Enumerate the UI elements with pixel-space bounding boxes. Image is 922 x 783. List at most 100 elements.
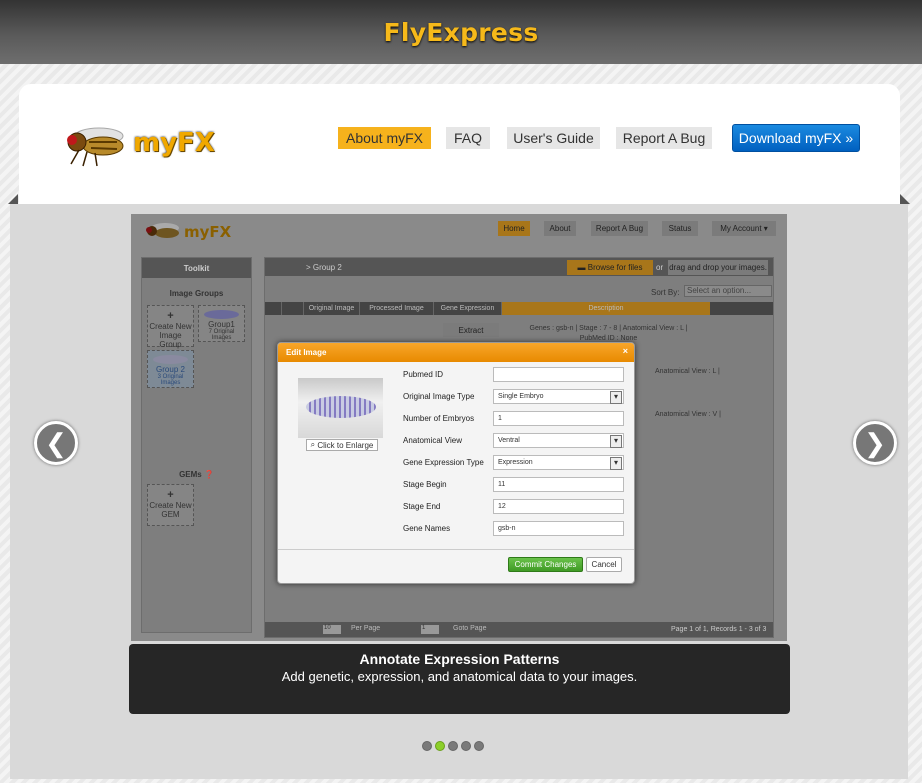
nav-about[interactable]: About myFX	[338, 127, 431, 149]
download-button[interactable]: Download myFX »	[732, 124, 860, 152]
pubmed-id-label: Pubmed ID	[403, 370, 444, 379]
plus-icon: +	[167, 310, 174, 322]
dialog-divider	[278, 549, 634, 550]
folder-icon: ▬	[577, 263, 586, 272]
col-gene-expression[interactable]: Gene Expression	[434, 302, 502, 315]
stage-end-label: Stage End	[403, 502, 441, 511]
pubmed-id-input[interactable]	[493, 367, 624, 382]
create-group-button[interactable]: + Create New Image Group	[147, 305, 194, 349]
drop-zone[interactable]: drag and drop your images.	[668, 260, 768, 275]
extract-button[interactable]: Extract	[443, 323, 499, 337]
carousel-dot[interactable]	[422, 741, 432, 751]
dialog-title: Edit Image	[286, 348, 327, 357]
or-text: or	[656, 263, 664, 272]
help-icon[interactable]: ❓	[204, 470, 214, 479]
goto-page-select[interactable]: 1	[421, 625, 439, 634]
logo-text: myFX	[133, 128, 215, 158]
row1-description-2: PubMed ID : None	[579, 335, 638, 342]
goto-page-label: Goto Page	[453, 625, 487, 632]
site-title: FlyExpress	[383, 17, 539, 47]
table-header: Original Image Processed Image Gene Expr…	[265, 302, 773, 315]
expression-type-label: Gene Expression Type	[403, 458, 484, 467]
group2-label: Group 2	[156, 365, 185, 374]
group2-count: 3 Original Images	[157, 374, 184, 386]
app-logo: myFX	[141, 220, 231, 244]
plus-icon: +	[167, 489, 174, 501]
select-all-checkbox[interactable]	[265, 302, 282, 315]
edit-image-dialog: Edit Image × ⌕ Click to Enlarge Pubmed I…	[277, 342, 635, 584]
carousel-dot[interactable]	[474, 741, 484, 751]
screenshot-carousel: myFX Home About Report A Bug Status My A…	[8, 194, 910, 779]
breadcrumb: > Group 2	[306, 263, 342, 272]
zoom-icon: ⌕	[310, 440, 316, 449]
group2-item[interactable]: Group 2 3 Original Images	[147, 350, 194, 388]
gene-names-label: Gene Names	[403, 524, 451, 533]
close-icon[interactable]: ×	[623, 346, 628, 356]
per-page-select[interactable]: 10	[323, 625, 341, 634]
caption-text: Add genetic, expression, and anatomical …	[281, 669, 638, 684]
group1-label: Group1	[208, 320, 235, 329]
carousel-indicators	[422, 741, 484, 751]
commit-changes-button[interactable]: Commit Changes	[508, 557, 583, 572]
num-embryos-stepper[interactable]: 1	[493, 411, 624, 426]
nav-faq[interactable]: FAQ	[446, 127, 490, 149]
create-gem-label: Create New GEM	[149, 501, 192, 519]
expression-type-select[interactable]: Expression	[493, 455, 624, 470]
toolkit-title: Toolkit	[142, 258, 251, 278]
app-logo-text: myFX	[184, 223, 232, 241]
caption-title: Annotate Expression Patterns	[359, 651, 560, 667]
create-group-label: Create New Image Group	[149, 322, 192, 349]
sort-by-label: Sort By:	[651, 288, 680, 297]
row2-description: Anatomical View : L |	[655, 368, 720, 375]
page-info: Page 1 of 1, Records 1 - 3 of 3	[671, 626, 767, 633]
gems-heading: GEMs ❓	[179, 470, 214, 479]
group-thumb	[204, 310, 239, 319]
app-nav-about[interactable]: About	[544, 221, 576, 236]
app-nav-home[interactable]: Home	[498, 221, 530, 236]
num-embryos-label: Number of Embryos	[403, 414, 475, 423]
browse-files-button[interactable]: ▬ Browse for files	[567, 260, 653, 275]
dialog-header: Edit Image ×	[278, 343, 634, 362]
stage-begin-label: Stage Begin	[403, 480, 447, 489]
group-thumb	[153, 355, 188, 364]
row3-description: Anatomical View : V |	[655, 411, 721, 418]
col-processed-image[interactable]: Processed Image	[360, 302, 434, 315]
fly-icon	[146, 223, 179, 238]
myfx-logo[interactable]: myFX	[59, 122, 229, 172]
fly-icon	[67, 127, 124, 167]
image-type-select[interactable]: Single Embryo	[493, 389, 624, 404]
top-banner: FlyExpress	[0, 0, 922, 64]
anatomical-view-select[interactable]: Ventral	[493, 433, 624, 448]
sort-select[interactable]: Select an option...	[684, 285, 772, 297]
carousel-dot[interactable]	[448, 741, 458, 751]
header-card: myFX About myFX FAQ User's Guide Report …	[19, 84, 900, 214]
carousel-dot[interactable]	[461, 741, 471, 751]
col-original-image[interactable]: Original Image	[304, 302, 360, 315]
stage-end-input[interactable]: 12	[493, 499, 624, 514]
row1-description: Genes : gsb-n | Stage : 7 - 8 | Anatomic…	[529, 325, 688, 332]
prev-slide-button[interactable]: ❮	[34, 421, 78, 465]
cancel-button[interactable]: Cancel	[586, 557, 622, 572]
col-description[interactable]: Description	[502, 302, 710, 315]
carousel-dot-active[interactable]	[435, 741, 445, 751]
nav-users-guide[interactable]: User's Guide	[507, 127, 600, 149]
enlarge-button[interactable]: ⌕ Click to Enlarge	[306, 439, 378, 451]
image-type-label: Original Image Type	[403, 392, 475, 401]
image-groups-heading: Image Groups	[169, 289, 224, 298]
group1-count: 7 Original Images	[208, 329, 235, 341]
app-nav-bug[interactable]: Report A Bug	[591, 221, 648, 236]
per-page-label: Per Page	[351, 625, 381, 632]
toolkit-panel: Toolkit Image Groups + Create New Image …	[141, 257, 252, 633]
slide-caption: Annotate Expression Patterns Add genetic…	[129, 644, 790, 714]
slide-screenshot: myFX Home About Report A Bug Status My A…	[131, 214, 787, 641]
app-nav-status[interactable]: Status	[662, 221, 698, 236]
gene-names-input[interactable]: gsb-n	[493, 521, 624, 536]
next-slide-button[interactable]: ❯	[853, 421, 897, 465]
app-nav-account[interactable]: My Account ▾	[712, 221, 776, 236]
create-gem-button[interactable]: + Create New GEM	[147, 484, 194, 526]
anatomical-view-label: Anatomical View	[403, 436, 462, 445]
group1-item[interactable]: Group1 7 Original Images	[198, 305, 245, 342]
nav-report-bug[interactable]: Report A Bug	[616, 127, 712, 149]
embryo-image[interactable]	[298, 378, 383, 438]
stage-begin-input[interactable]: 11	[493, 477, 624, 492]
